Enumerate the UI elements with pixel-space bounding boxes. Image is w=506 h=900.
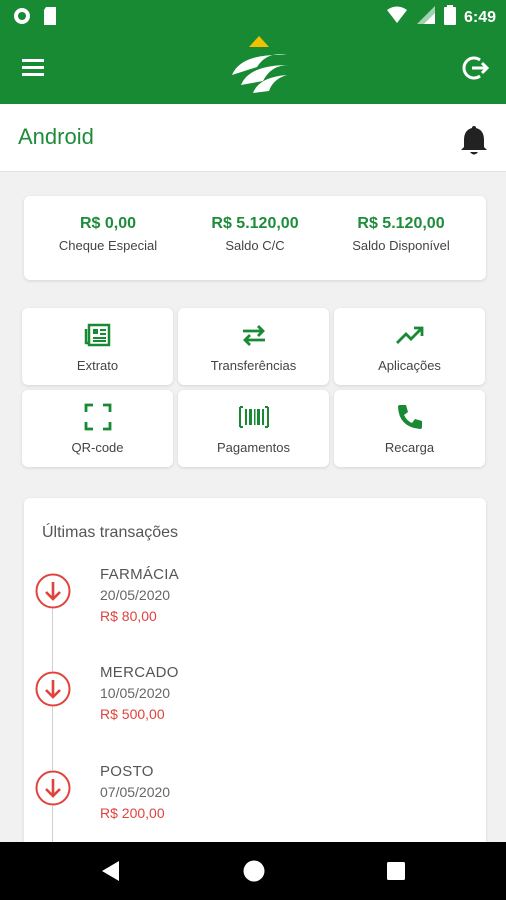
- qr-scan-icon: [83, 402, 113, 432]
- transaction-amount: R$ 200,00: [100, 805, 165, 821]
- logout-icon[interactable]: [460, 54, 490, 82]
- action-pagamentos-button[interactable]: Pagamentos: [178, 390, 329, 467]
- transaction-date: 07/05/2020: [100, 784, 171, 800]
- home-icon[interactable]: [242, 859, 266, 883]
- balance-amount: R$ 0,00: [79, 215, 137, 232]
- action-label: Extrato: [76, 358, 119, 373]
- back-icon[interactable]: [99, 859, 123, 883]
- balance-label: Saldo Disponível: [352, 238, 450, 253]
- page-title: Android: [18, 124, 94, 149]
- app-notification-icon: [12, 6, 32, 31]
- balance-label: Cheque Especial: [58, 238, 158, 253]
- transfer-icon: [239, 320, 269, 350]
- arrow-down-circle-icon: [35, 671, 71, 707]
- action-label: Pagamentos: [217, 440, 290, 455]
- phone-icon: [395, 402, 425, 432]
- arrow-down-circle-icon: [35, 770, 71, 806]
- sd-card-icon: [42, 6, 58, 31]
- balance-saldo-disponivel: R$ 5.120,00 Saldo Disponível: [324, 215, 478, 253]
- balance-cheque-especial: R$ 0,00 Cheque Especial: [31, 215, 185, 253]
- transaction-name: MERCADO: [100, 664, 179, 681]
- status-bar: 6:49: [0, 0, 506, 32]
- balance-saldo-cc: R$ 5.120,00 Saldo C/C: [178, 215, 332, 253]
- menu-icon[interactable]: [20, 54, 50, 82]
- arrow-down-circle-icon: [35, 573, 71, 609]
- action-aplicacoes-button[interactable]: Aplicações: [334, 308, 485, 385]
- action-extrato-button[interactable]: Extrato: [22, 308, 173, 385]
- action-recarga-button[interactable]: Recarga: [334, 390, 485, 467]
- action-qrcode-button[interactable]: QR-code: [22, 390, 173, 467]
- action-transferencias-button[interactable]: Transferências: [178, 308, 329, 385]
- transaction-item[interactable]: POSTO 07/05/2020 R$ 200,00: [24, 763, 486, 843]
- transaction-date: 10/05/2020: [100, 685, 171, 701]
- barcode-icon: [239, 402, 269, 432]
- transaction-name: FARMÁCIA: [100, 566, 180, 583]
- action-label: QR-code: [71, 440, 124, 455]
- system-nav-bar: [0, 842, 506, 900]
- statement-icon: [83, 320, 113, 350]
- bell-icon[interactable]: [460, 124, 488, 156]
- signal-icon: [416, 5, 436, 30]
- logo: [227, 35, 291, 97]
- action-label: Transferências: [210, 358, 297, 373]
- status-clock: 6:49: [463, 8, 496, 26]
- transaction-name: POSTO: [100, 763, 154, 780]
- recents-icon[interactable]: [384, 859, 408, 883]
- transactions-card: Últimas transações FARMÁCIA 20/05/2020 R…: [24, 498, 486, 858]
- transaction-date: 20/05/2020: [100, 587, 171, 603]
- transaction-amount: R$ 80,00: [100, 608, 157, 624]
- action-label: Aplicações: [378, 358, 441, 373]
- transaction-amount: R$ 500,00: [100, 706, 165, 722]
- transactions-title: Últimas transações: [42, 524, 179, 541]
- balance-label: Saldo C/C: [225, 238, 285, 253]
- action-label: Recarga: [384, 440, 435, 455]
- transaction-item[interactable]: FARMÁCIA 20/05/2020 R$ 80,00: [24, 566, 486, 646]
- trending-up-icon: [395, 320, 425, 350]
- balance-card: R$ 0,00 Cheque Especial R$ 5.120,00 Sald…: [24, 196, 486, 280]
- transaction-item[interactable]: MERCADO 10/05/2020 R$ 500,00: [24, 664, 486, 744]
- app-bar: [0, 32, 506, 104]
- balance-amount: R$ 5.120,00: [211, 215, 299, 232]
- page-header: Android: [0, 104, 506, 172]
- balance-amount: R$ 5.120,00: [357, 215, 445, 232]
- battery-icon: [443, 5, 456, 30]
- wifi-icon: [386, 6, 408, 29]
